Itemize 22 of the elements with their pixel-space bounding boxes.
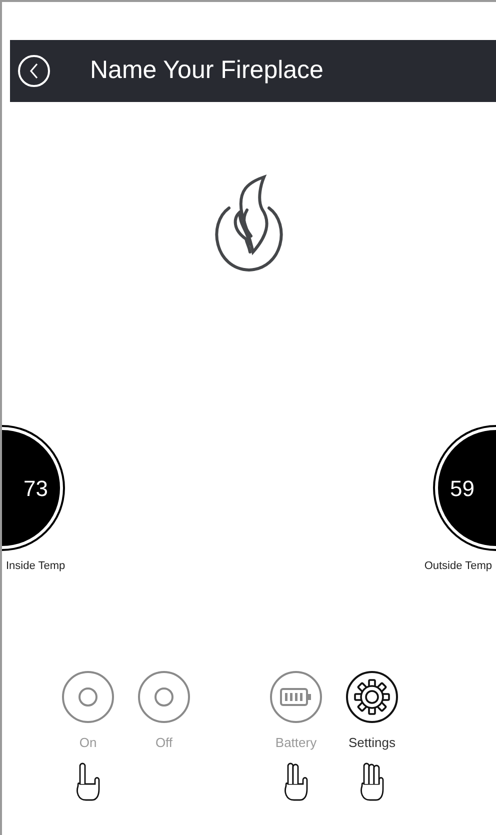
ring-icon <box>78 686 98 706</box>
control-label: On <box>79 734 97 752</box>
power-button[interactable] <box>62 670 114 722</box>
temperature-label: Inside Temp <box>6 559 66 574</box>
page-title: Name Your Fireplace <box>90 55 324 86</box>
hand-gesture-icon <box>282 762 310 802</box>
hand-gesture-icon <box>74 762 102 802</box>
battery-icon <box>280 688 312 706</box>
battery-button[interactable] <box>270 670 322 722</box>
temperature-value: 73 <box>24 474 48 502</box>
ring-icon <box>154 686 174 706</box>
control-label: Off <box>155 734 173 752</box>
chevron-left-icon <box>29 63 39 79</box>
temperature-value: 59 <box>450 474 474 502</box>
gear-icon <box>352 676 392 716</box>
temperature-label: Outside Temp <box>424 559 492 574</box>
control-label: Battery <box>275 734 317 752</box>
power-button[interactable] <box>138 670 190 722</box>
control-label: Settings <box>348 734 396 752</box>
back-button[interactable] <box>18 55 50 87</box>
hand-gesture-icon <box>358 762 386 802</box>
settings-button[interactable] <box>346 670 398 722</box>
